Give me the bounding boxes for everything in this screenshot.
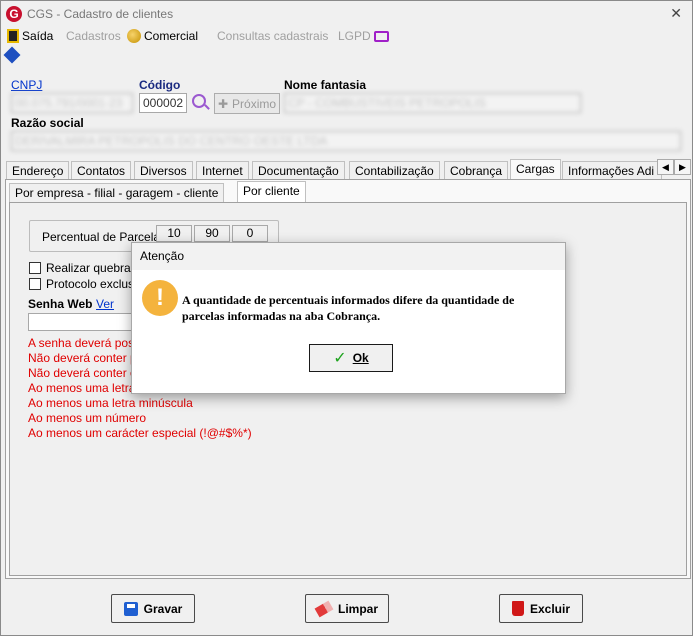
razao-social-label: Razão social [11,116,84,130]
menu-lgpd[interactable]: LGPD [338,29,389,43]
tab-endereco[interactable]: Endereço [6,161,70,180]
window-title: CGS - Cadastro de clientes [27,7,174,21]
menu-consultas[interactable]: Consultas cadastrais [217,29,328,43]
subtab-por-cliente[interactable]: Por cliente [237,181,306,203]
senha-web-label: Senha Web [28,297,93,311]
tab-informacoes-adicionais[interactable]: Informações Adi [562,161,662,180]
ok-label: Ok [352,351,369,365]
percentual-cell-3[interactable]: 0 [232,225,268,242]
rule-line: Ao menos um carácter especial (!@#$%*) [28,426,252,440]
main-tabs: Endereço Contatos Diversos Internet Docu… [6,159,678,181]
rule-line: Ao menos uma letra minúscula [28,396,193,410]
plus-icon: ✚ [217,96,229,111]
dialog-message: A quantidade de percentuais informados d… [182,293,515,323]
nome-fantasia-input[interactable]: CP - COMBUSTIVEIS PETROPOLIS [284,93,581,113]
menu-saida[interactable]: Saída [7,29,53,43]
menu-consultas-label: Consultas cadastrais [217,29,329,43]
limpar-button[interactable]: Limpar [305,594,389,623]
close-window-button[interactable]: ✕ [670,5,682,22]
subtab-por-empresa[interactable]: Por empresa - filial - garagem - cliente [9,183,225,202]
gravar-label: Gravar [143,601,183,616]
cnpj-input[interactable]: 00.075.791/0001-23 [11,93,133,113]
attention-dialog: Atenção ! A quantidade de percentuais in… [131,242,566,394]
percentual-cell-2[interactable]: 90 [194,225,230,242]
nome-fantasia-label: Nome fantasia [284,78,367,92]
tab-documentacao[interactable]: Documentação [252,161,345,180]
tab-diversos[interactable]: Diversos [134,161,193,180]
warning-icon: ! [142,280,178,316]
menu-cadastros[interactable]: Cadastros [66,29,121,43]
excluir-button[interactable]: Excluir [499,594,583,623]
check-icon: ✓ [333,350,347,367]
trash-icon [511,601,524,616]
realizar-quebra-checkbox[interactable] [29,262,41,274]
tab-scroll-arrows: ◀ ▶ [657,159,691,175]
search-icon[interactable] [192,94,206,108]
coins-icon [127,29,141,43]
proximo-label: Próximo [232,96,277,111]
excluir-label: Excluir [529,601,571,616]
diamond-icon[interactable] [3,46,21,64]
razao-social-input[interactable]: DERIVALMIRA PETROPOLIS DO CENTRO OESTE L… [11,131,681,151]
tab-scroll-right-icon[interactable]: ▶ [674,159,691,175]
menu-lgpd-label: LGPD [338,29,371,43]
menu-saida-label: Saída [22,29,54,43]
menu-cadastros-label: Cadastros [66,29,121,43]
tab-cobranca[interactable]: Cobrança [444,161,509,180]
tab-contatos[interactable]: Contatos [71,161,132,180]
menu-comercial[interactable]: Comercial [127,29,198,43]
limpar-label: Limpar [337,601,378,616]
dialog-title: Atenção [132,243,565,270]
menu-bar: Saída Cadastros Comercial Consultas cada… [1,27,692,47]
codigo-label: Código [139,78,181,92]
percentual-cell-1[interactable]: 10 [156,225,192,242]
proximo-button[interactable]: ✚ Próximo [214,93,280,114]
menu-comercial-label: Comercial [144,29,199,43]
app-logo-icon: G [6,6,22,22]
protocolo-exclusivo-checkbox[interactable] [29,278,41,290]
rule-line: A senha deverá possu [28,336,147,350]
tab-internet[interactable]: Internet [196,161,249,180]
eraser-icon [314,600,334,617]
codigo-input[interactable]: 000002 [139,93,187,113]
ok-button[interactable]: ✓ Ok [309,344,393,372]
monitor-icon [373,30,389,42]
ver-link[interactable]: Ver [96,297,114,311]
tab-cargas[interactable]: Cargas [510,159,561,181]
exit-door-icon [7,29,19,43]
rule-line: Ao menos um número [28,411,147,425]
main-window: G CGS - Cadastro de clientes ✕ Saída Cad… [0,0,693,636]
gravar-button[interactable]: Gravar [111,594,195,623]
rule-line: Não deverá conter pal [28,351,147,365]
title-bar: G CGS - Cadastro de clientes ✕ [1,1,692,29]
save-disk-icon [123,601,138,616]
tab-scroll-left-icon[interactable]: ◀ [657,159,674,175]
cnpj-label[interactable]: CNPJ [11,78,42,92]
tab-contabilizacao[interactable]: Contabilização [349,161,440,180]
